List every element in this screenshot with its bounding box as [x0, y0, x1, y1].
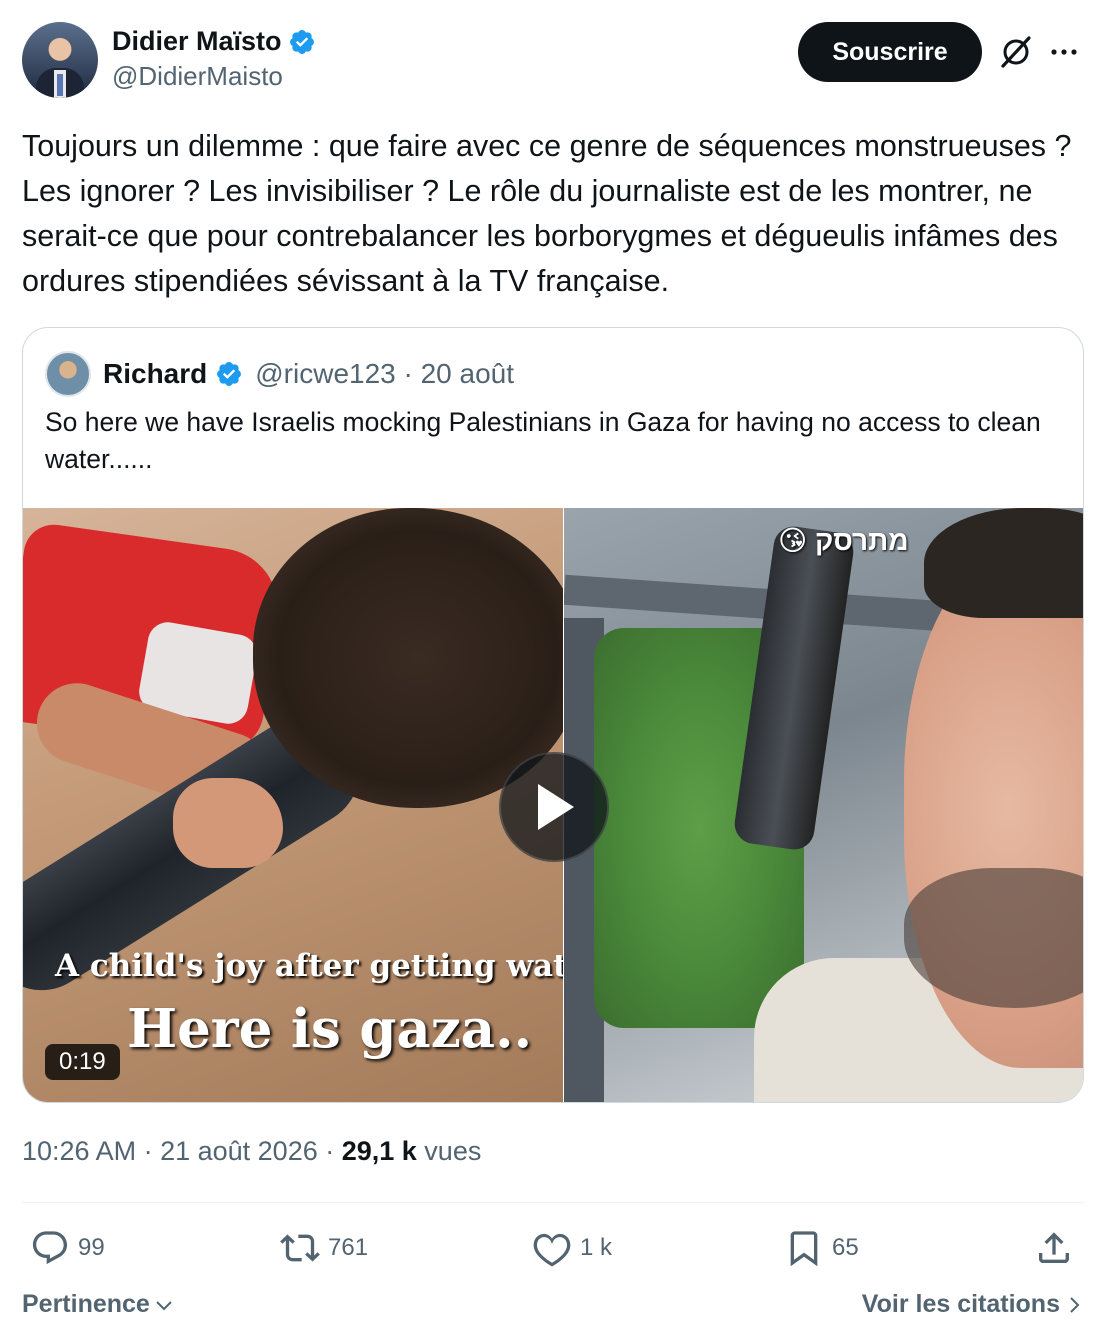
quoted-tweet[interactable]: Richard @ricwe123 · 20 août So here we h… — [22, 327, 1084, 1103]
view-quotes-link[interactable]: Voir les citations — [862, 1290, 1084, 1319]
quoted-tweet-header: Richard @ricwe123 · 20 août — [45, 350, 514, 398]
video-duration: 0:19 — [45, 1044, 120, 1080]
play-button[interactable] — [499, 752, 609, 862]
action-bar: 99 761 1 k 65 — [22, 1222, 1084, 1276]
video-player[interactable]: A child's joy after getting water Here i… — [23, 508, 1083, 1102]
reply-button[interactable]: 99 — [30, 1228, 105, 1268]
verified-badge-icon — [289, 29, 314, 54]
video-frame-right: 😘 מתרסק — [564, 508, 1083, 1102]
bookmark-icon — [790, 1231, 818, 1267]
tweet-meta: 10:26 AM · 21 août 2026 · 29,1 k vues — [22, 1136, 481, 1167]
bookmark-button[interactable]: 65 — [784, 1228, 859, 1268]
author-display-name[interactable]: Didier Maïsto — [112, 26, 316, 57]
author-avatar[interactable] — [22, 22, 98, 98]
quoted-author-avatar[interactable] — [45, 351, 91, 397]
repost-count: 761 — [328, 1234, 369, 1261]
chevron-right-icon — [1070, 1296, 1080, 1313]
views-label: vues — [416, 1136, 482, 1166]
verified-badge-icon — [217, 362, 242, 386]
grok-icon[interactable] — [998, 34, 1034, 70]
repost-button[interactable]: 761 — [280, 1228, 368, 1268]
heart-icon — [533, 1233, 571, 1267]
video-frame-left: A child's joy after getting water Here i… — [23, 508, 563, 1102]
quoted-tweet-text: So here we have Israelis mocking Palesti… — [45, 407, 1041, 474]
views-count: 29,1 k — [341, 1136, 417, 1166]
author-handle[interactable]: @DidierMaisto — [112, 61, 316, 92]
video-caption-line1: A child's joy after getting water — [55, 948, 563, 984]
more-icon[interactable] — [1048, 36, 1080, 68]
tweet-text: Toujours un dilemme : que faire avec ce … — [22, 129, 1072, 298]
tweet-header: Didier Maïsto @DidierMaisto Souscrire — [22, 22, 1082, 102]
author-name-block: Didier Maïsto @DidierMaisto — [112, 26, 316, 92]
play-icon — [538, 784, 574, 830]
tweet-timestamp[interactable]: 10:26 AM · 21 août 2026 · — [22, 1136, 342, 1166]
share-button[interactable] — [1034, 1228, 1074, 1268]
sort-dropdown[interactable]: Pertinence — [22, 1290, 174, 1319]
video-overlay-label: 😘 מתרסק — [778, 525, 909, 556]
quoted-author-name[interactable]: Richard — [103, 358, 207, 390]
quoted-handle-date[interactable]: @ricwe123 · 20 août — [255, 358, 514, 390]
divider — [22, 1202, 1084, 1203]
like-button[interactable]: 1 k — [532, 1228, 612, 1268]
reply-count: 99 — [78, 1234, 105, 1261]
repost-icon — [280, 1234, 320, 1262]
subscribe-button[interactable]: Souscrire — [798, 22, 982, 82]
chevron-down-icon — [156, 1300, 172, 1310]
sort-label: Pertinence — [22, 1290, 150, 1318]
video-caption-line2: Here is gaza.. — [127, 998, 533, 1060]
author-name-text[interactable]: Didier Maïsto — [112, 26, 282, 57]
share-icon — [1039, 1232, 1069, 1263]
view-quotes-label: Voir les citations — [861, 1290, 1060, 1318]
like-count: 1 k — [580, 1234, 613, 1261]
bookmark-count: 65 — [832, 1234, 859, 1261]
reply-icon — [32, 1231, 68, 1265]
